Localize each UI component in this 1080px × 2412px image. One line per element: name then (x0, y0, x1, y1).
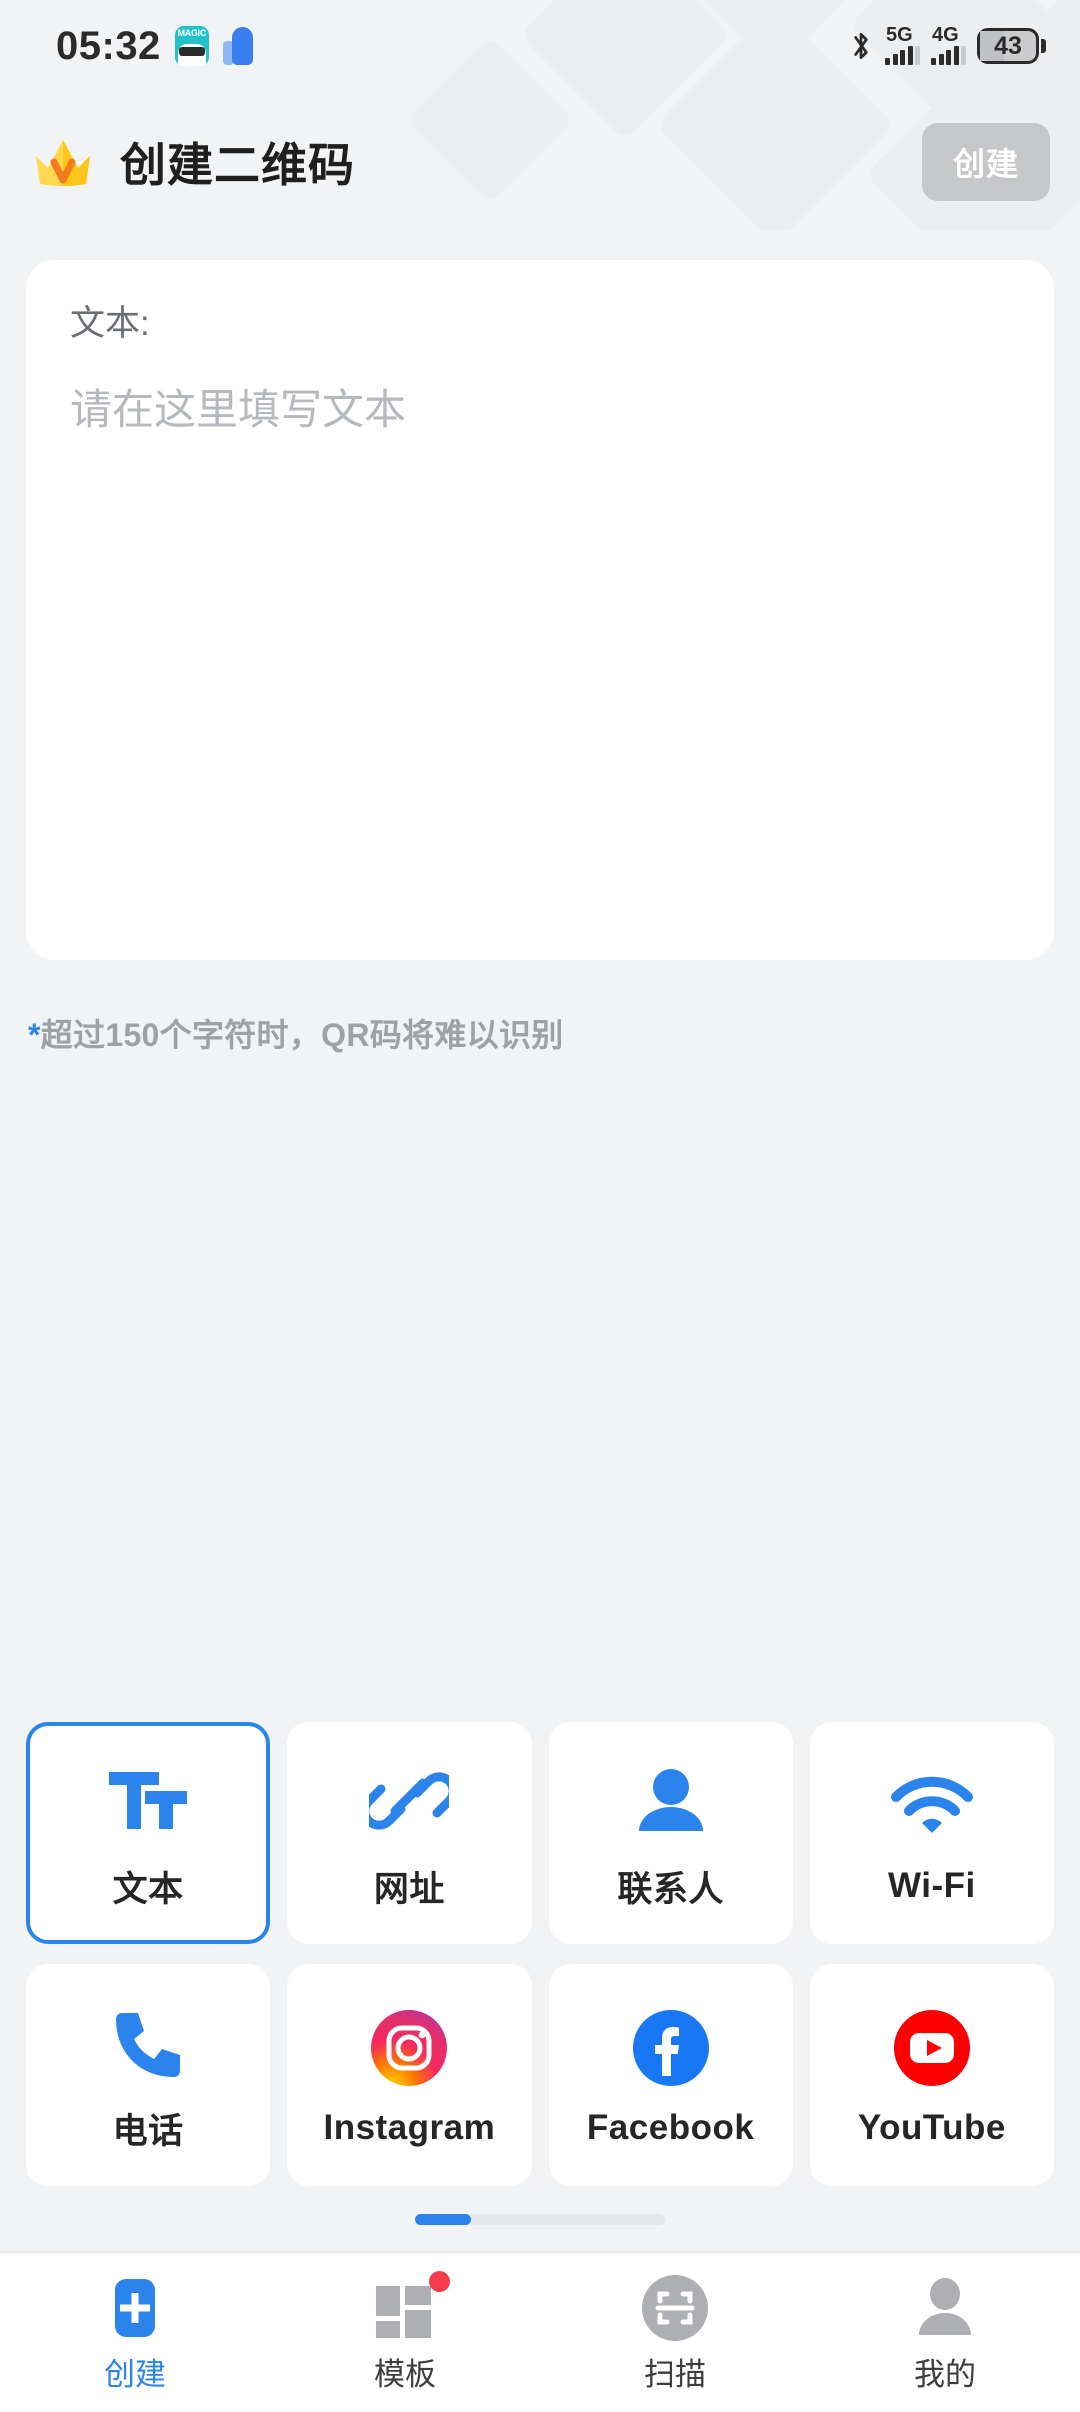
signal-4g-label: 4G (932, 24, 959, 46)
type-card-contacts[interactable]: 联系人 (548, 1722, 793, 1944)
type-card-label: 联系人 (617, 1869, 724, 1909)
text-input-card[interactable]: 文本: 请在这里填写文本 (26, 260, 1054, 960)
qr-type-grid: 文本 网址 联系人 Wi-Fi 电话 Instagram Facebook Yo… (0, 1722, 1080, 2186)
signal-4g: 4G (931, 24, 966, 65)
phone-icon (110, 1997, 186, 2089)
app-header: 创建二维码 创建 (0, 92, 1080, 232)
magic-app-icon: MAGIC (174, 26, 209, 66)
grid-icon (374, 2271, 450, 2341)
text-input-placeholder[interactable]: 请在这里填写文本 (70, 385, 1010, 435)
status-bar: 05:32 MAGIC 5G 4G 43 (0, 0, 1080, 92)
signal-5g: 5G (885, 24, 920, 65)
magic-app-icon-label: MAGIC (177, 28, 207, 38)
crown-icon (36, 140, 90, 186)
type-card-instagram[interactable]: Instagram (287, 1964, 532, 2186)
type-card-wifi[interactable]: Wi-Fi (809, 1722, 1054, 1944)
type-card-label: 文本 (112, 1869, 184, 1909)
type-card-label: Wi-Fi (888, 1866, 976, 1905)
main-content: 文本: 请在这里填写文本 *超过150个字符时，QR码将难以识别 文本 网址 联… (0, 232, 1080, 2252)
status-bar-left: 05:32 MAGIC (56, 24, 253, 69)
type-card-label: Instagram (323, 2108, 496, 2147)
nav-item-create[interactable]: 创建 (0, 2275, 270, 2394)
nav-item-scan[interactable]: 扫描 (540, 2275, 810, 2394)
bluetooth-icon (854, 32, 868, 60)
page-title: 创建二维码 (120, 139, 355, 191)
facebook-icon (632, 2002, 709, 2094)
status-bar-right: 5G 4G 43 (848, 24, 1046, 65)
pager-thumb-active (415, 2213, 471, 2225)
youtube-icon (893, 2002, 970, 2094)
link-icon (369, 1755, 450, 1847)
text-format-icon (105, 1755, 191, 1847)
nav-label: 创建 (104, 2357, 166, 2392)
nav-item-templates[interactable]: 模板 (270, 2271, 540, 2394)
nav-label: 我的 (914, 2357, 976, 2392)
thumbs-up-icon (222, 27, 253, 65)
battery-indicator: 43 (977, 28, 1046, 64)
scan-circle-icon (642, 2275, 708, 2341)
type-card-url[interactable]: 网址 (287, 1722, 532, 1944)
type-card-label: YouTube (857, 2108, 1006, 2147)
text-field-label: 文本: (70, 304, 150, 343)
type-card-phone[interactable]: 电话 (26, 1964, 271, 2186)
nav-item-profile[interactable]: 我的 (810, 2275, 1080, 2394)
character-limit-hint: *超过150个字符时，QR码将难以识别 (28, 1010, 1080, 1056)
type-card-label: Facebook (586, 2108, 755, 2147)
type-card-label: 电话 (112, 2111, 184, 2151)
wifi-icon (889, 1760, 975, 1852)
app-root: 05:32 MAGIC 5G 4G 43 创建二维码 创建 文本: 请在这里填写… (0, 0, 1080, 2412)
type-card-facebook[interactable]: Facebook (548, 1964, 793, 2186)
type-card-youtube[interactable]: YouTube (809, 1964, 1054, 2186)
type-card-label: 网址 (373, 1869, 445, 1909)
person-icon (633, 1755, 709, 1847)
signal-5g-label: 5G (886, 24, 913, 46)
instagram-icon (371, 2002, 448, 2094)
signal-5g-bars (885, 46, 920, 65)
hint-text: 超过150个字符时，QR码将难以识别 (40, 1017, 564, 1053)
templates-badge-dot (429, 2271, 450, 2292)
hint-asterisk: * (28, 1017, 41, 1053)
bottom-navigation-bar: 创建 模板 扫描 我的 (0, 2252, 1080, 2412)
status-time: 05:32 (56, 23, 161, 68)
person-icon (914, 2275, 976, 2341)
pager-track[interactable] (415, 2213, 665, 2225)
type-card-text[interactable]: 文本 (26, 1722, 271, 1944)
plus-square-icon (105, 2275, 165, 2341)
create-button[interactable]: 创建 (922, 123, 1050, 201)
nav-label: 模板 (374, 2357, 436, 2392)
signal-4g-bars (931, 46, 966, 65)
battery-percent-label: 43 (994, 31, 1022, 60)
type-grid-pager[interactable] (0, 2186, 1080, 2252)
nav-label: 扫描 (644, 2357, 706, 2392)
